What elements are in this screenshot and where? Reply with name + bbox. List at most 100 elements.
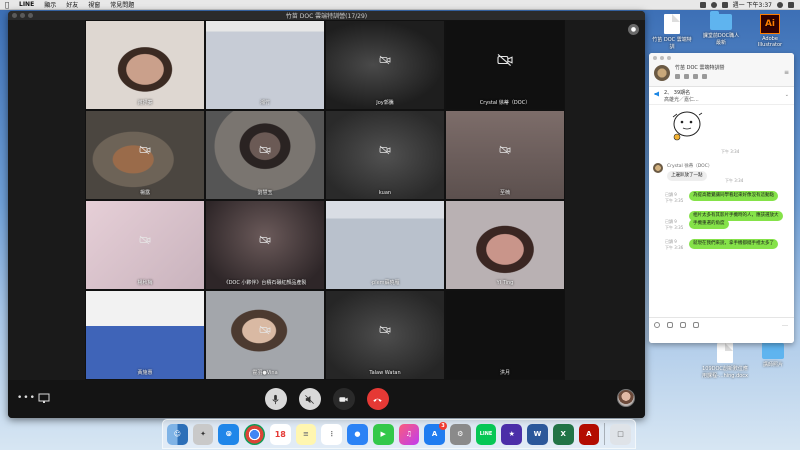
participant-name: 黃施惠: [137, 370, 153, 376]
message-composer[interactable]: …: [649, 317, 794, 343]
participant-tile[interactable]: 至楠: [445, 110, 565, 200]
trash-icon[interactable]: □: [610, 423, 631, 445]
announcement-line-2: 高雄光／嘉仁...: [664, 97, 699, 103]
app-store-icon[interactable]: A3: [424, 421, 447, 445]
emoji-icon[interactable]: [654, 322, 660, 328]
participant-tile[interactable]: 霍羽●Vina: [205, 290, 325, 380]
calendar-icon[interactable]: 18: [269, 423, 291, 445]
speaker-mute-button[interactable]: [298, 388, 321, 410]
facetime-icon[interactable]: ▶: [372, 423, 394, 445]
apple-menu-icon[interactable]: : [0, 1, 14, 9]
participant-name: Talaw Watan: [369, 370, 401, 376]
app-store-badge: 3: [438, 421, 447, 430]
note-icon[interactable]: [702, 74, 707, 79]
notes-icon[interactable]: ≡: [295, 423, 317, 445]
participant-tile[interactable]: 楊露: [85, 110, 205, 200]
menu-faq[interactable]: 常見問題: [105, 0, 139, 9]
message-timestamp: 下午 3:36: [665, 245, 684, 250]
system-preferences-icon[interactable]: ⚙: [449, 423, 471, 445]
menu-app-name[interactable]: LINE: [14, 1, 39, 8]
document-icon: [664, 14, 680, 34]
format-icon[interactable]: [693, 322, 699, 328]
screen-share-icon[interactable]: [38, 392, 50, 404]
message-timestamp: 下午 3:35: [665, 225, 684, 230]
tray-wifi-icon[interactable]: [710, 1, 717, 8]
tray-menu-icon[interactable]: [788, 1, 794, 8]
participant-tile[interactable]: kuan: [325, 110, 445, 200]
desktop-icon-docx[interactable]: 109DOC創新數位應用課程-...hing.docx: [702, 343, 748, 379]
sender-avatar[interactable]: [653, 163, 663, 173]
participant-tile[interactable]: Crystal 徐蒂（DOC）: [445, 20, 565, 110]
reminders-icon[interactable]: ⋮: [321, 423, 343, 445]
participant-tile[interactable]: 楊秋梅: [85, 200, 205, 290]
line-app-icon[interactable]: LINE: [475, 423, 497, 445]
desktop-icon-label: 講師照片: [762, 362, 783, 368]
finder-icon[interactable]: ☺: [167, 423, 188, 445]
desktop-icon-folder[interactable]: 課堂前DOC職人最新: [701, 11, 741, 46]
self-avatar[interactable]: [617, 389, 635, 407]
participant-tile[interactable]: ·plem蘇曉雁: [325, 200, 445, 290]
album-icon[interactable]: [693, 74, 698, 79]
participant-tile[interactable]: Talaw Watan: [325, 290, 445, 380]
speaker-muted-icon: [305, 394, 314, 404]
call-icon[interactable]: [675, 74, 680, 79]
call-controls: •••: [8, 380, 645, 418]
hang-up-button[interactable]: [366, 388, 389, 410]
participant-tile[interactable]: 黃施惠: [85, 290, 205, 380]
chat-close-button[interactable]: [653, 56, 657, 60]
message-bubble-incoming[interactable]: 上邊趴放了一點: [667, 171, 707, 181]
chat-bubble-icon[interactable]: ●: [628, 24, 639, 35]
hang-up-icon: [373, 398, 382, 402]
participant-tile[interactable]: 謝妤蓁: [85, 20, 205, 110]
menubar-clock[interactable]: 週一 下午3:37: [733, 0, 772, 9]
chat-menu-icon[interactable]: ≡: [784, 69, 789, 76]
composer-more-icon[interactable]: …: [782, 321, 788, 328]
menu-window[interactable]: 視窗: [83, 0, 105, 9]
word-icon[interactable]: W: [527, 423, 548, 445]
camera-off-icon: [379, 55, 391, 65]
desktop-icon-photos-folder[interactable]: 講師照片: [753, 340, 793, 368]
tray-battery-icon[interactable]: [721, 1, 728, 8]
attach-file-icon[interactable]: [667, 322, 673, 328]
more-options-icon[interactable]: •••: [17, 393, 36, 403]
desktop-icon-illustrator[interactable]: Ai Adobe Illustrator: [750, 14, 790, 48]
zoom-window-button[interactable]: [28, 13, 33, 18]
chrome-icon[interactable]: [244, 423, 265, 445]
announcement-bar[interactable]: 2、 39期名 高雄光／嘉仁... ⌄: [649, 87, 794, 105]
launchpad-icon[interactable]: ✦: [192, 423, 214, 445]
music-icon[interactable]: ♫: [398, 423, 420, 445]
screenshot-icon[interactable]: [680, 322, 686, 328]
participant-tile[interactable]: 洪月: [445, 290, 565, 380]
imovie-icon[interactable]: ★: [501, 423, 523, 445]
message-bubble-outgoing[interactable]: 就現在我們來說，拿手機都擺手裡太多了: [689, 239, 778, 249]
chat-minimize-button[interactable]: [660, 56, 664, 60]
video-icon[interactable]: [684, 74, 689, 79]
minimize-window-button[interactable]: [20, 13, 25, 18]
safari-icon[interactable]: ⦾: [218, 423, 240, 445]
participant-tile[interactable]: Joy郭騰: [325, 20, 445, 110]
chevron-down-icon[interactable]: ⌄: [785, 92, 789, 98]
participant-tile[interactable]: 劉慧玉: [205, 110, 325, 200]
close-window-button[interactable]: [12, 13, 17, 18]
participant-tile[interactable]: YI Ting: [445, 200, 565, 290]
participant-name: 霍羽●Vina: [252, 370, 278, 376]
menu-view[interactable]: 顯示: [39, 0, 61, 9]
participant-tile[interactable]: 《DOC 小夥伴》台積石碾紅顏品產製: [205, 200, 325, 290]
tray-line-icon[interactable]: [699, 1, 706, 8]
microphone-button[interactable]: [264, 388, 287, 410]
tray-search-icon[interactable]: [777, 1, 783, 8]
chat-zoom-button[interactable]: [667, 56, 671, 60]
camera-off-icon: [139, 235, 151, 245]
messages-icon[interactable]: ●: [347, 423, 368, 445]
participant-tile[interactable]: 湘竹: [205, 20, 325, 110]
megaphone-icon: [654, 91, 659, 97]
message-bubble-outgoing[interactable]: 手機重選的角度: [689, 219, 729, 229]
composer-tools: [654, 322, 699, 328]
menubar-tray: 週一 下午3:37: [699, 0, 800, 9]
excel-icon[interactable]: X: [552, 423, 574, 445]
menu-friends[interactable]: 好友: [61, 0, 83, 9]
camera-button[interactable]: [332, 388, 355, 410]
acrobat-icon[interactable]: A: [578, 423, 600, 445]
desktop-icon-doc-file[interactable]: 竹苗 DOC 雲端特訓: [652, 14, 692, 50]
message-bubble-outgoing[interactable]: 為提高聽覺讓同學看起來好像沒有這動點: [689, 191, 778, 201]
